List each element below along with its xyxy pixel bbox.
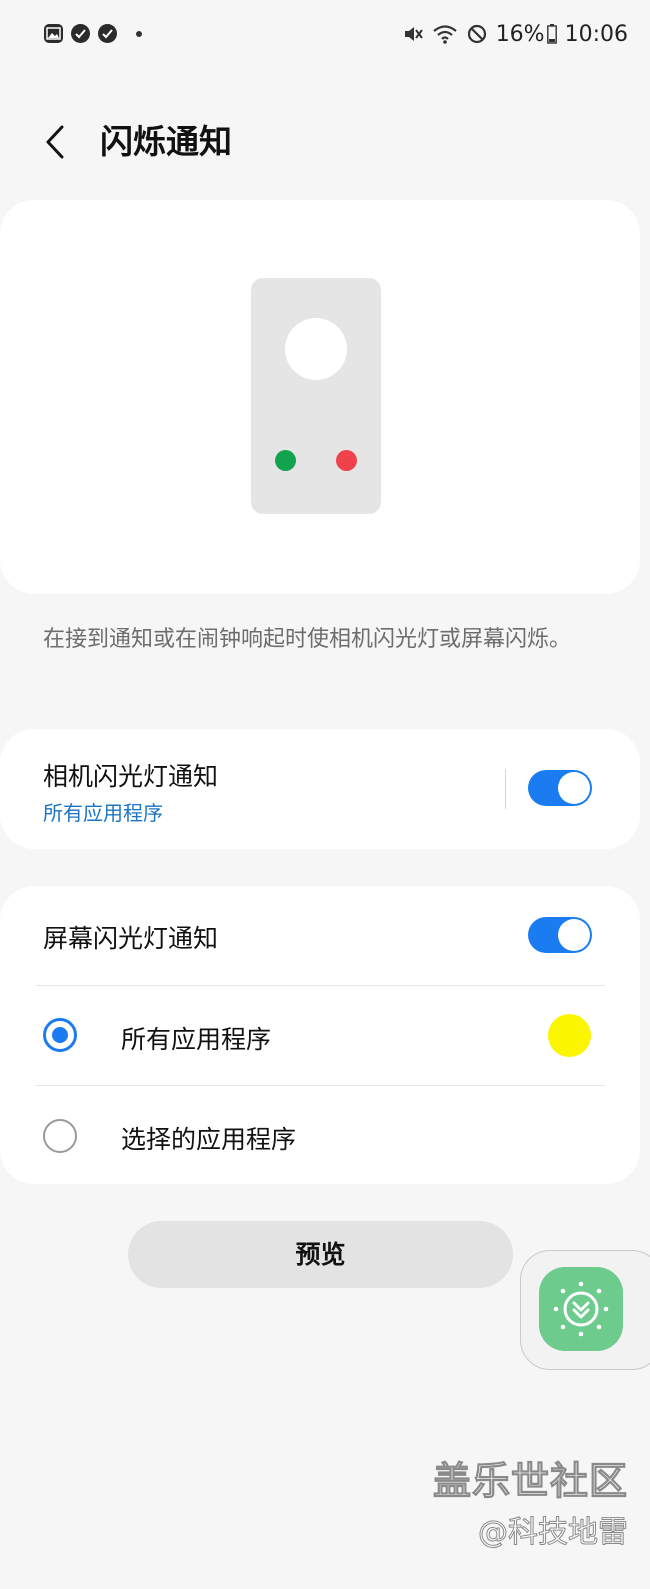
radio-selected-dot xyxy=(52,1027,68,1043)
toggle-knob xyxy=(558,919,590,951)
feature-description: 在接到通知或在闹钟响起时使相机闪光灯或屏幕闪烁。 xyxy=(43,627,572,652)
radio-selected-apps[interactable] xyxy=(43,1119,77,1153)
phone-camera-circle xyxy=(285,318,347,380)
radio-selected-apps-label: 选择的应用程序 xyxy=(121,1125,297,1154)
screen-flash-card: 屏幕闪光灯通知 所有应用程序 选择的应用程序 xyxy=(0,886,640,1184)
back-button[interactable] xyxy=(38,118,78,166)
divider xyxy=(36,1085,605,1086)
divider xyxy=(36,985,605,986)
radio-all-apps[interactable] xyxy=(43,1018,77,1052)
status-right: 16% 10:06 xyxy=(402,20,628,48)
green-indicator-dot xyxy=(275,450,296,471)
camera-flash-toggle[interactable] xyxy=(528,770,592,806)
check-app-icon-2 xyxy=(98,24,117,43)
watermark-author: @科技地雷 xyxy=(478,1515,629,1551)
camera-flash-card[interactable]: 相机闪光灯通知 所有应用程序 xyxy=(0,729,640,849)
page-title: 闪烁通知 xyxy=(100,122,232,161)
watermark-title: 盖乐世社区 xyxy=(432,1459,628,1504)
camera-flash-title: 相机闪光灯通知 xyxy=(43,762,219,791)
do-not-disturb-icon xyxy=(466,23,488,45)
toggle-knob xyxy=(558,772,590,804)
flash-preview-card xyxy=(0,200,640,594)
check-app-icon xyxy=(71,24,90,43)
mute-icon xyxy=(402,23,424,45)
gallery-icon xyxy=(44,24,63,43)
red-indicator-dot xyxy=(336,450,357,471)
screen-flash-toggle[interactable] xyxy=(528,917,592,953)
phone-illustration xyxy=(251,278,381,514)
battery-icon xyxy=(546,24,557,44)
double-chevron-down-icon xyxy=(553,1281,609,1337)
flash-color-swatch[interactable] xyxy=(548,1014,591,1057)
clock: 10:06 xyxy=(564,21,628,47)
battery-level: 16% xyxy=(495,21,545,47)
radio-all-apps-label: 所有应用程序 xyxy=(121,1025,272,1054)
floating-assistant-panel xyxy=(520,1250,650,1370)
vertical-divider xyxy=(505,769,506,809)
screen-flash-title: 屏幕闪光灯通知 xyxy=(43,924,219,953)
preview-button[interactable]: 预览 xyxy=(128,1221,513,1288)
camera-flash-subtitle: 所有应用程序 xyxy=(43,801,163,825)
chevron-left-icon xyxy=(46,125,64,159)
notification-dot xyxy=(136,31,142,37)
floating-assistant-button[interactable] xyxy=(539,1267,623,1351)
wifi-icon xyxy=(432,23,458,45)
